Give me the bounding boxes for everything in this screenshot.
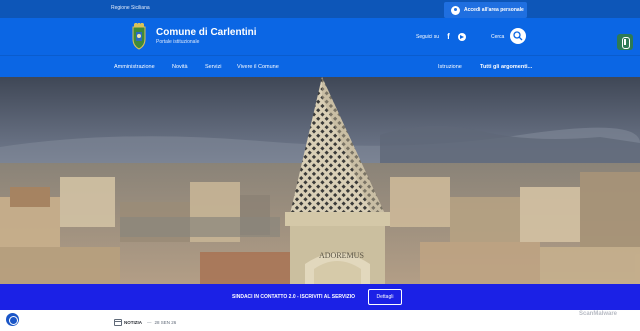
- site-header: Comune di Carlentini Portale istituziona…: [0, 18, 640, 55]
- site-title[interactable]: Comune di Carlentini: [156, 27, 257, 38]
- telegram-icon[interactable]: [458, 33, 466, 41]
- announcement-banner: SINDACI IN CONTATTO 2.0 - ISCRIVITI AL S…: [0, 284, 640, 310]
- nav-item-novita[interactable]: Novità: [172, 64, 188, 70]
- top-bar: Regione Siciliana Accedi all'area person…: [0, 0, 640, 18]
- nav-item-istruzione[interactable]: Istruzione: [438, 64, 462, 70]
- nav-item-tutti-gli-argomenti[interactable]: Tutti gli argomenti...: [480, 64, 532, 70]
- user-icon: [451, 5, 460, 15]
- details-button[interactable]: Dettagli: [368, 289, 402, 305]
- region-link[interactable]: Regione Siciliana: [111, 5, 150, 11]
- news-type: NOTIZIA: [124, 320, 142, 325]
- cookie-icon[interactable]: [5, 312, 20, 327]
- calendar-icon: [114, 319, 122, 326]
- watermark: ScanMalware: [579, 311, 618, 317]
- hero-image: ADOREMUS: [0, 77, 640, 284]
- news-date: 28 SEN 26: [154, 320, 177, 325]
- follow-label: Seguici su: [416, 34, 440, 40]
- banner-text: SINDACI IN CONTATTO 2.0 - ISCRIVITI AL S…: [232, 294, 355, 300]
- nav-item-servizi[interactable]: Servizi: [205, 64, 222, 70]
- facebook-icon[interactable]: f: [445, 32, 452, 41]
- nav-item-amministrazione[interactable]: Amministrazione: [114, 64, 155, 70]
- search-button[interactable]: [510, 28, 526, 44]
- news-separator: —: [147, 320, 152, 325]
- town-aerial-photo: ADOREMUS: [0, 77, 640, 284]
- search-label: Cerca: [491, 34, 505, 40]
- nav-item-vivere-il-comune[interactable]: Vivere il Comune: [237, 64, 279, 70]
- main-nav: Amministrazione Novità Servizi Vivere il…: [0, 55, 640, 77]
- login-button[interactable]: Accedi all'area personale: [444, 2, 527, 18]
- search-icon: [513, 31, 523, 41]
- crest-icon[interactable]: [129, 23, 149, 50]
- site-subtitle: Portale istituzionale: [156, 39, 200, 45]
- belfry-inscription: ADOREMUS: [319, 251, 364, 260]
- login-button-label: Accedi all'area personale: [464, 7, 524, 13]
- accessibility-icon[interactable]: [617, 34, 633, 50]
- news-meta: NOTIZIA — 28 SEN 26: [114, 318, 176, 327]
